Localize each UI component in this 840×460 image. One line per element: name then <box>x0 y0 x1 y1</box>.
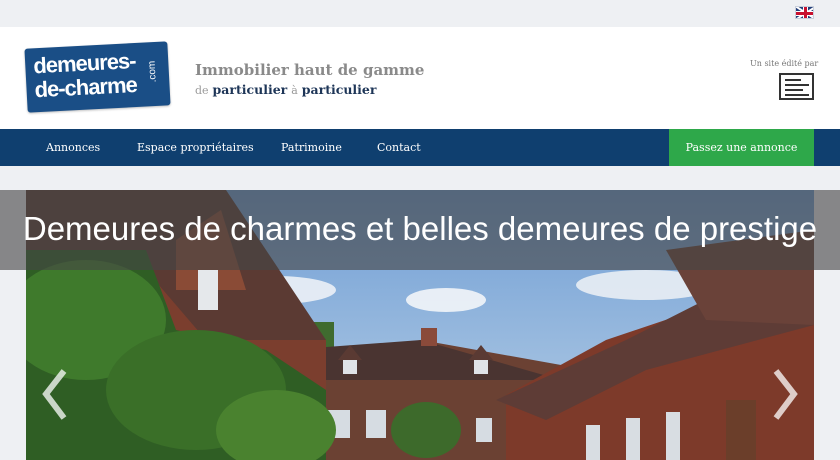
nav-item-annonces[interactable]: Annonces <box>46 129 100 166</box>
main-nav: Annonces Espace propriétaires Patrimoine… <box>0 129 840 166</box>
site-tagline: Immobilier haut de gamme <box>195 61 425 79</box>
publisher-logo[interactable] <box>779 73 814 100</box>
sub-de: de <box>195 84 209 97</box>
chevron-left-icon[interactable] <box>40 367 70 422</box>
edited-by-label: Un site édité par <box>750 59 819 68</box>
site-logo[interactable]: demeures- de-charme .com <box>24 41 171 113</box>
uk-flag-icon[interactable] <box>795 6 814 19</box>
nav-item-contact[interactable]: Contact <box>377 129 421 166</box>
logo-line-2: de-charme <box>33 71 138 103</box>
sub-a: à <box>291 84 298 97</box>
site-subtagline: de particulier à particulier <box>195 82 376 97</box>
post-listing-button[interactable]: Passez une annonce <box>669 129 814 166</box>
hero-headline: Demeures de charmes et belles demeures d… <box>22 210 818 247</box>
sub-particulier-1: particulier <box>212 82 288 97</box>
site-header: demeures- de-charme .com Immobilier haut… <box>0 27 840 129</box>
nav-item-patrimoine[interactable]: Patrimoine <box>281 129 342 166</box>
top-bar <box>0 0 840 27</box>
nav-item-espace-proprietaires[interactable]: Espace propriétaires <box>137 129 254 166</box>
chevron-right-icon[interactable] <box>770 367 800 422</box>
sub-particulier-2: particulier <box>301 82 377 97</box>
logo-domain: .com <box>146 60 159 83</box>
